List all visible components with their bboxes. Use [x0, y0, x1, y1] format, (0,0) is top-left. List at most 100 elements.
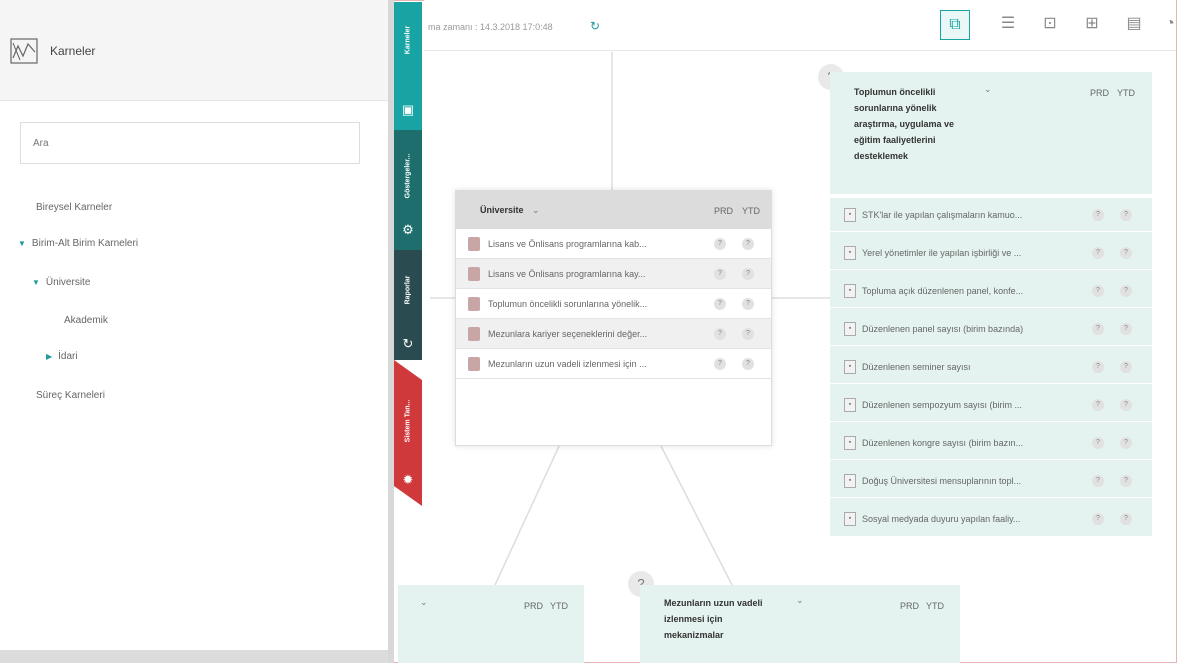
indicator-icon: ▪ [844, 207, 856, 222]
objective-icon [468, 326, 480, 341]
ytd-status-icon: ? [742, 298, 754, 310]
table-row[interactable]: ▪ Yerel yönetimler ile yapılan işbirliği… [830, 236, 1152, 270]
title-line: sorunlarına yönelik [854, 103, 937, 113]
chevron-down-icon[interactable]: ⌄ [796, 595, 804, 606]
col-prd: PRD [900, 601, 920, 611]
prd-status-icon: ? [714, 238, 726, 250]
table-row[interactable]: Lisans ve Önlisans programlarına kay... … [456, 259, 771, 289]
ytd-status-icon: ? [1120, 323, 1132, 335]
ytd-status-icon: ? [742, 358, 754, 370]
table-row[interactable]: Mezunların uzun vadeli izlenmesi için ..… [456, 349, 771, 379]
row-label: Doğuş Üniversitesi mensuplarının topl... [862, 475, 1022, 486]
title-line: Toplumun öncelikli [854, 87, 936, 97]
ytd-status-icon: ? [1120, 437, 1132, 449]
chevron-down-icon[interactable]: ⌄ [420, 597, 428, 608]
universite-card: Üniversite ⌄ PRD YTD Lisans ve Önlisans … [455, 190, 772, 446]
row-label: Düzenlenen sempozyum sayısı (birim ... [862, 399, 1023, 410]
prd-status-icon: ? [1092, 209, 1104, 221]
row-label: Lisans ve Önlisans programlarına kab... [488, 238, 647, 249]
card-title[interactable]: Üniversite [480, 205, 524, 215]
title-line: eğitim faaliyetlerini [854, 135, 936, 145]
ytd-status-icon: ? [1120, 209, 1132, 221]
title-line: desteklemek [854, 151, 909, 161]
row-label: Mezunların uzun vadeli izlenmesi için ..… [488, 358, 647, 369]
indicator-icon: ▪ [844, 245, 856, 260]
card-title[interactable]: Mezunların uzun vadeli izlenmesi için me… [664, 595, 763, 643]
row-label: Düzenlenen seminer sayısı [862, 361, 971, 372]
prd-status-icon: ? [1092, 323, 1104, 335]
ytd-status-icon: ? [1120, 475, 1132, 487]
prd-status-icon: ? [1092, 475, 1104, 487]
indicator-icon: ▪ [844, 321, 856, 336]
prd-status-icon: ? [1092, 513, 1104, 525]
prd-status-icon: ? [714, 328, 726, 340]
card-title[interactable]: Toplumun öncelikli sorunlarına yönelik a… [854, 84, 954, 164]
prd-status-icon: ? [1092, 285, 1104, 297]
prd-status-icon: ? [1092, 361, 1104, 373]
row-label: Düzenlenen kongre sayısı (birim bazın... [862, 437, 1024, 448]
table-row[interactable]: Mezunlara kariyer seçeneklerini değer...… [456, 319, 771, 349]
ytd-status-icon: ? [742, 268, 754, 280]
title-line: Mezunların uzun vadeli [664, 598, 763, 608]
indicator-icon: ▪ [844, 397, 856, 412]
row-label: Topluma açık düzenlenen panel, konfe... [862, 285, 1024, 296]
prd-status-icon: ? [714, 298, 726, 310]
ytd-status-icon: ? [742, 328, 754, 340]
col-prd: PRD [524, 601, 544, 611]
col-prd: PRD [1090, 88, 1110, 98]
row-label: Yerel yönetimler ile yapılan işbirliği v… [862, 247, 1022, 258]
card-header: Üniversite ⌄ PRD YTD [456, 191, 771, 229]
indicator-icon: ▪ [844, 359, 856, 374]
prd-status-icon: ? [1092, 247, 1104, 259]
indicator-icon: ▪ [844, 473, 856, 488]
card-header: Toplumun öncelikli sorunlarına yönelik a… [830, 72, 1152, 194]
prd-status-icon: ? [714, 268, 726, 280]
table-row[interactable]: ▪ Sosyal medyada duyuru yapılan faaliy..… [830, 502, 1152, 536]
partial-card: ⌄ PRD YTD [398, 585, 584, 663]
objective-icon [468, 266, 480, 281]
table-row[interactable]: ▪ Düzenlenen kongre sayısı (birim bazın.… [830, 426, 1152, 460]
col-ytd: YTD [742, 206, 760, 216]
prd-status-icon: ? [1092, 399, 1104, 411]
row-label: Mezunlara kariyer seçeneklerini değer... [488, 328, 648, 339]
table-row[interactable]: ▪ STK'lar ile yapılan çalışmaların kamuo… [830, 198, 1152, 232]
table-row[interactable]: ▪ Topluma açık düzenlenen panel, konfe..… [830, 274, 1152, 308]
col-ytd: YTD [1117, 88, 1135, 98]
table-row[interactable]: ▪ Düzenlenen seminer sayısı ? ? [830, 350, 1152, 384]
row-label: Düzenlenen panel sayısı (birim bazında) [862, 323, 1024, 334]
mezun-card: Mezunların uzun vadeli izlenmesi için me… [640, 585, 960, 663]
title-line: araştırma, uygulama ve [854, 119, 955, 129]
objective-icon [468, 356, 480, 371]
table-row[interactable]: ▪ Düzenlenen panel sayısı (birim bazında… [830, 312, 1152, 346]
chevron-down-icon[interactable]: ⌄ [984, 84, 992, 95]
ytd-status-icon: ? [1120, 399, 1132, 411]
table-row[interactable]: ▪ Doğuş Üniversitesi mensuplarının topl.… [830, 464, 1152, 498]
table-row[interactable]: Toplumun öncelikli sorunlarına yönelik..… [456, 289, 771, 319]
row-label: Lisans ve Önlisans programlarına kay... [488, 268, 646, 279]
indicator-list: ▪ STK'lar ile yapılan çalışmaların kamuo… [830, 198, 1152, 536]
title-line: mekanizmalar [664, 630, 724, 640]
table-row[interactable]: ▪ Düzenlenen sempozyum sayısı (birim ...… [830, 388, 1152, 422]
objective-card: Toplumun öncelikli sorunlarına yönelik a… [830, 72, 1152, 536]
row-label: Toplumun öncelikli sorunlarına yönelik..… [488, 298, 648, 309]
ytd-status-icon: ? [742, 238, 754, 250]
col-prd: PRD [714, 206, 734, 216]
objective-icon [468, 296, 480, 311]
ytd-status-icon: ? [1120, 247, 1132, 259]
ytd-status-icon: ? [1120, 513, 1132, 525]
ytd-status-icon: ? [1120, 285, 1132, 297]
row-label: STK'lar ile yapılan çalışmaların kamuo..… [862, 209, 1023, 220]
chevron-down-icon[interactable]: ⌄ [532, 205, 540, 216]
indicator-icon: ▪ [844, 435, 856, 450]
ytd-status-icon: ? [1120, 361, 1132, 373]
col-ytd: YTD [926, 601, 944, 611]
indicator-icon: ▪ [844, 512, 856, 526]
prd-status-icon: ? [1092, 437, 1104, 449]
prd-status-icon: ? [714, 358, 726, 370]
col-ytd: YTD [550, 601, 568, 611]
objective-icon [468, 236, 480, 251]
row-label: Sosyal medyada duyuru yapılan faaliy... [862, 514, 1021, 524]
title-line: izlenmesi için [664, 614, 723, 624]
indicator-icon: ▪ [844, 283, 856, 298]
table-row[interactable]: Lisans ve Önlisans programlarına kab... … [456, 229, 771, 259]
